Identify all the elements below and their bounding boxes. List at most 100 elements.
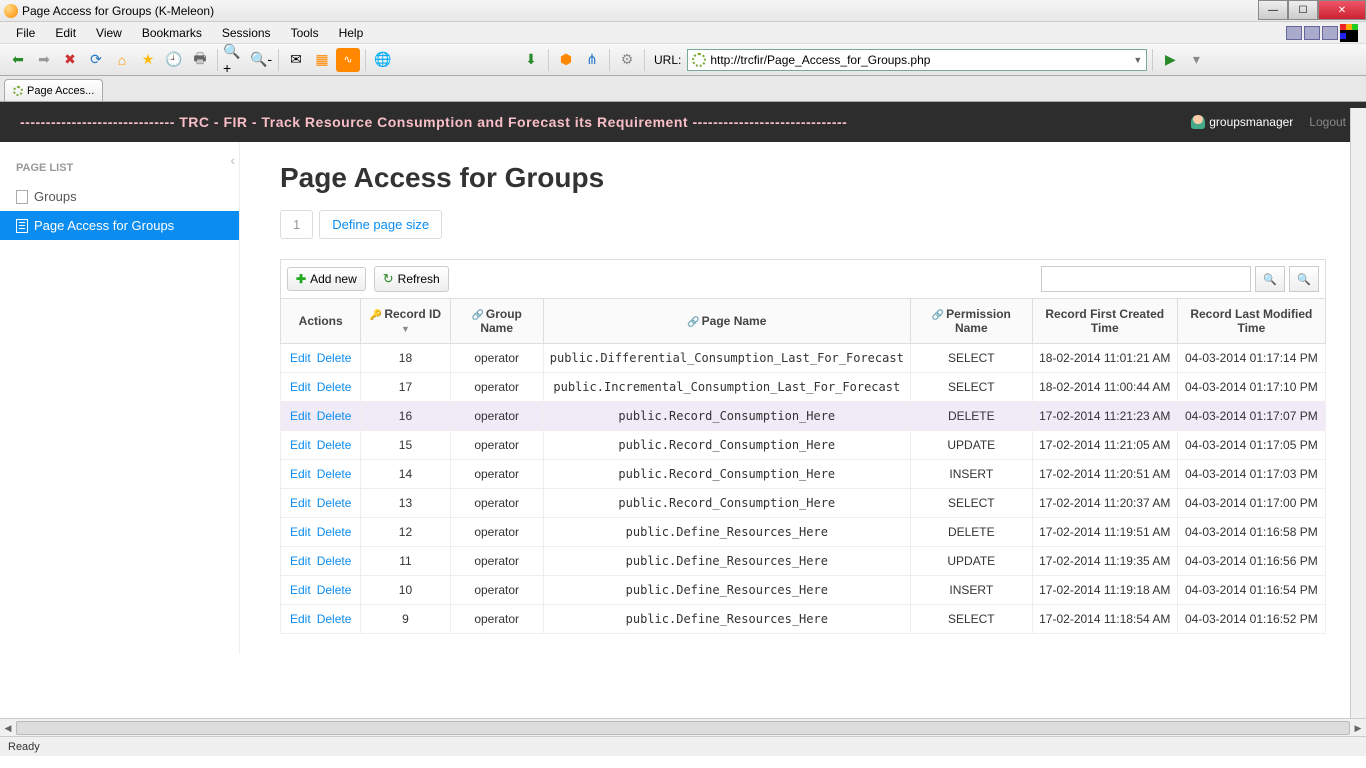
status-text: Ready xyxy=(8,741,40,753)
col-group-name[interactable]: 🔗Group Name xyxy=(450,299,543,344)
scroll-thumb[interactable] xyxy=(16,721,1350,735)
cell-page: public.Record_Consumption_Here xyxy=(543,489,910,518)
edit-link[interactable]: Edit xyxy=(287,351,314,365)
back-button[interactable]: ⬅ xyxy=(6,48,30,72)
cell-page: public.Record_Consumption_Here xyxy=(543,460,910,489)
vertical-scrollbar[interactable] xyxy=(1350,108,1366,730)
define-page-size-button[interactable]: Define page size xyxy=(319,210,442,239)
cell-page: public.Incremental_Consumption_Last_For_… xyxy=(543,373,910,402)
scroll-left-icon[interactable]: ◀ xyxy=(0,719,16,737)
link-icon: 🔗 xyxy=(687,317,699,328)
cell-page: public.Define_Resources_Here xyxy=(543,518,910,547)
zoom-out-button[interactable]: 🔍- xyxy=(249,48,273,72)
delete-link[interactable]: Delete xyxy=(314,409,355,423)
scroll-right-icon[interactable]: ▶ xyxy=(1350,719,1366,737)
cell-id: 15 xyxy=(361,431,450,460)
cell-group: operator xyxy=(450,431,543,460)
delete-link[interactable]: Delete xyxy=(314,496,355,510)
globe-icon[interactable]: 🌐 xyxy=(371,48,395,72)
cell-modified: 04-03-2014 01:16:56 PM xyxy=(1177,547,1325,576)
edit-link[interactable]: Edit xyxy=(287,554,314,568)
mail-icon[interactable]: ✉ xyxy=(284,48,308,72)
search-button[interactable]: 🔍 xyxy=(1255,266,1285,292)
thumb-icon[interactable] xyxy=(1286,26,1302,40)
logout-link[interactable]: Logout xyxy=(1309,115,1346,129)
search-user-button[interactable]: 🔍 xyxy=(1289,266,1319,292)
add-new-button[interactable]: ✚Add new xyxy=(287,267,366,291)
cell-created: 17-02-2014 11:19:18 AM xyxy=(1032,576,1177,605)
rss-icon[interactable]: ∿ xyxy=(336,48,360,72)
delete-link[interactable]: Delete xyxy=(314,438,355,452)
delete-link[interactable]: Delete xyxy=(314,525,355,539)
edit-link[interactable]: Edit xyxy=(287,612,314,626)
home-button[interactable]: ⌂ xyxy=(110,48,134,72)
pager-page-1[interactable]: 1 xyxy=(280,210,313,239)
thumb-icon[interactable] xyxy=(1304,26,1320,40)
horizontal-scrollbar[interactable]: ◀ ▶ xyxy=(0,718,1366,736)
edit-link[interactable]: Edit xyxy=(287,380,314,394)
link-icon: 🔗 xyxy=(932,310,944,321)
forward-button[interactable]: ➡ xyxy=(32,48,56,72)
thumb-icon[interactable] xyxy=(1322,26,1338,40)
menu-file[interactable]: File xyxy=(8,24,43,42)
dropdown-icon[interactable]: ▼ xyxy=(1133,55,1142,65)
document-icon xyxy=(16,190,28,204)
edit-link[interactable]: Edit xyxy=(287,467,314,481)
col-record-id[interactable]: 🔑Record ID ▼ xyxy=(361,299,450,344)
edit-link[interactable]: Edit xyxy=(287,496,314,510)
sidebar-collapse-icon[interactable]: ‹ xyxy=(230,152,235,168)
settings-icon[interactable]: ⚙ xyxy=(615,48,639,72)
cell-perm: INSERT xyxy=(910,576,1032,605)
browser-tab[interactable]: Page Acces... xyxy=(4,79,103,101)
menu-help[interactable]: Help xyxy=(331,24,372,42)
delete-link[interactable]: Delete xyxy=(314,467,355,481)
favorites-button[interactable]: ★ xyxy=(136,48,160,72)
menu-bookmarks[interactable]: Bookmarks xyxy=(134,24,210,42)
fullscreen-icon[interactable] xyxy=(1340,24,1358,42)
edit-link[interactable]: Edit xyxy=(287,525,314,539)
url-bar[interactable]: http://trcfir/Page_Access_for_Groups.php… xyxy=(687,49,1147,71)
col-created[interactable]: Record First Created Time xyxy=(1032,299,1177,344)
sidebar-item-page-access[interactable]: Page Access for Groups xyxy=(0,211,239,240)
sidebar-item-groups[interactable]: Groups xyxy=(0,182,239,211)
delete-link[interactable]: Delete xyxy=(314,583,355,597)
menu-icon[interactable]: ▾ xyxy=(1184,48,1208,72)
delete-link[interactable]: Delete xyxy=(314,380,355,394)
col-page-name[interactable]: 🔗Page Name xyxy=(543,299,910,344)
delete-link[interactable]: Delete xyxy=(314,612,355,626)
download-icon[interactable]: ⬇ xyxy=(519,48,543,72)
menu-tools[interactable]: Tools xyxy=(283,24,327,42)
menu-view[interactable]: View xyxy=(88,24,130,42)
col-permission[interactable]: 🔗Permission Name xyxy=(910,299,1032,344)
menu-edit[interactable]: Edit xyxy=(47,24,84,42)
close-button[interactable]: ✕ xyxy=(1318,0,1366,20)
refresh-button[interactable]: ↻Refresh xyxy=(374,266,449,292)
reload-button[interactable]: ⟳ xyxy=(84,48,108,72)
maximize-button[interactable]: ☐ xyxy=(1288,0,1318,20)
cell-page: public.Define_Resources_Here xyxy=(543,576,910,605)
page-icon[interactable]: ▦ xyxy=(310,48,334,72)
share-icon[interactable]: ⋔ xyxy=(580,48,604,72)
history-button[interactable]: 🕘 xyxy=(162,48,186,72)
search-input[interactable] xyxy=(1041,266,1251,292)
col-actions[interactable]: Actions xyxy=(281,299,361,344)
username[interactable]: groupsmanager xyxy=(1191,115,1293,130)
cell-modified: 04-03-2014 01:17:10 PM xyxy=(1177,373,1325,402)
delete-link[interactable]: Delete xyxy=(314,351,355,365)
go-button[interactable]: ▶ xyxy=(1158,48,1182,72)
print-button[interactable]: 🖶 xyxy=(188,48,212,72)
menu-sessions[interactable]: Sessions xyxy=(214,24,279,42)
cell-perm: UPDATE xyxy=(910,547,1032,576)
app-title: ------------------------------ TRC - FIR… xyxy=(20,114,847,130)
bug-icon[interactable]: ⬢ xyxy=(554,48,578,72)
zoom-in-button[interactable]: 🔍+ xyxy=(223,48,247,72)
sidebar: ‹ PAGE LIST Groups Page Access for Group… xyxy=(0,142,240,654)
edit-link[interactable]: Edit xyxy=(287,438,314,452)
sidebar-item-label: Groups xyxy=(34,189,77,204)
edit-link[interactable]: Edit xyxy=(287,409,314,423)
delete-link[interactable]: Delete xyxy=(314,554,355,568)
stop-button[interactable]: ✖ xyxy=(58,48,82,72)
edit-link[interactable]: Edit xyxy=(287,583,314,597)
minimize-button[interactable]: — xyxy=(1258,0,1288,20)
col-modified[interactable]: Record Last Modified Time xyxy=(1177,299,1325,344)
